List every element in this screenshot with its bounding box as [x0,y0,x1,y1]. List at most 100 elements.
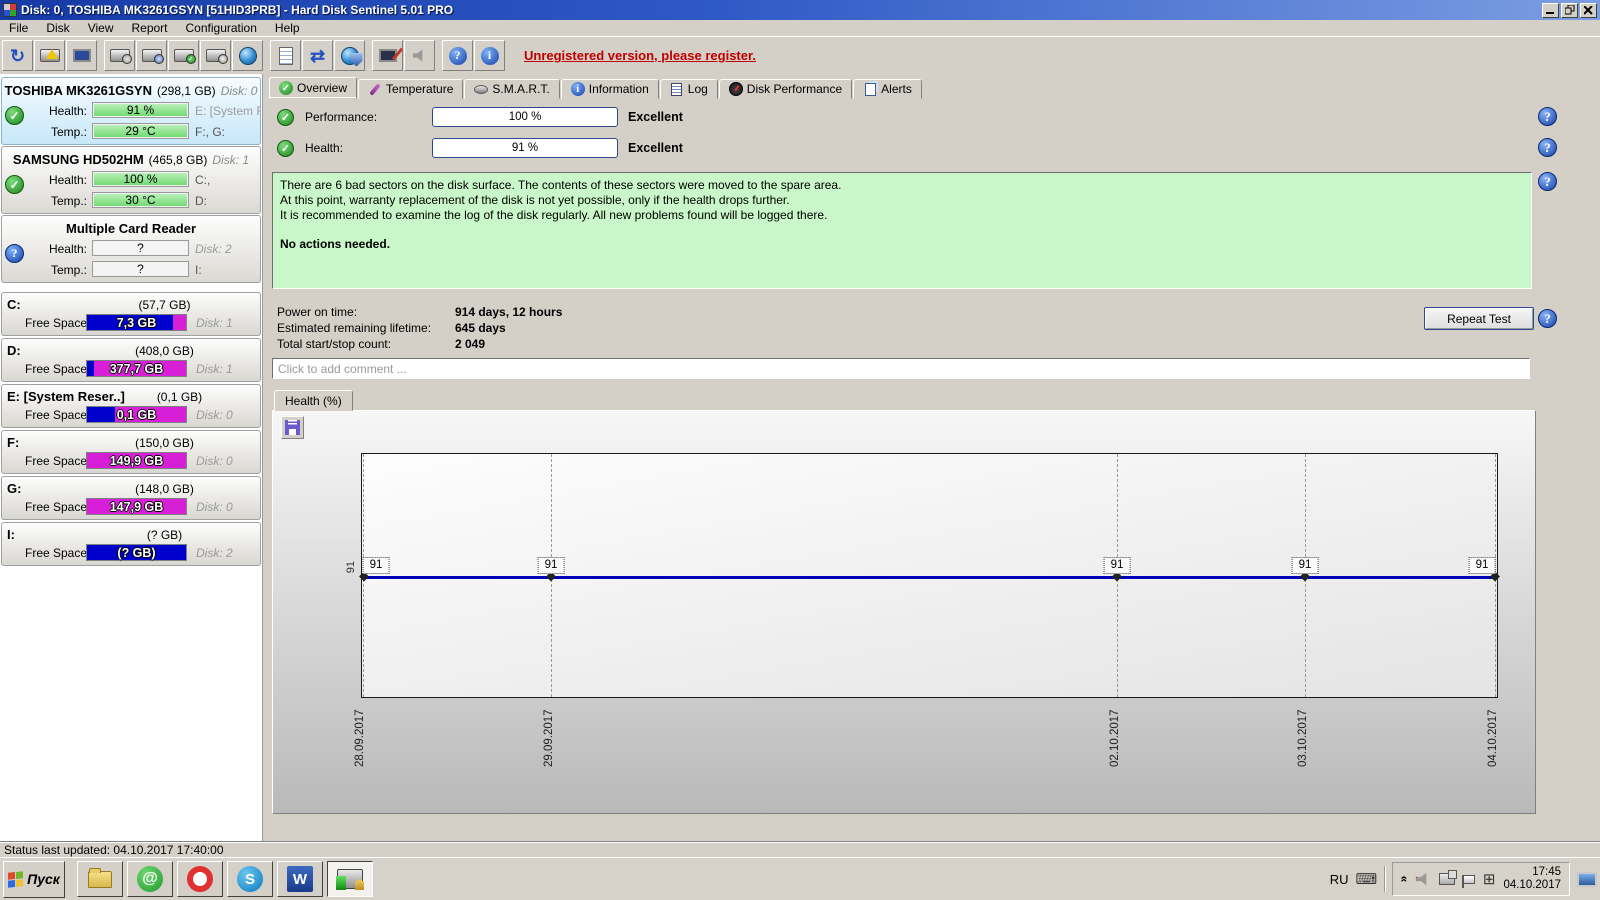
sidebar-partition-g[interactable]: G:(148,0 GB) Free Space 147,9 GB Disk: 0 [1,476,261,520]
remote-monitor-button[interactable] [372,40,403,71]
comment-input[interactable] [272,358,1530,379]
taskbar-file-manager-button[interactable] [77,861,123,897]
tab-label: Log [688,82,708,96]
health-ok-icon: ✓ [277,140,294,157]
menu-bar: File Disk View Report Configuration Help [0,20,1600,36]
show-desktop-icon[interactable] [1577,872,1597,887]
taskbar-mail-button[interactable]: @ [127,861,173,897]
partition-size: (57,7 GB) [117,298,212,312]
health-value: 91 % [127,103,154,117]
tray-icons-box: « ✕ ⊞ 17:45 04.10.2017 [1392,862,1570,896]
chart-tab-health[interactable]: Health (%) [274,390,353,411]
performance-ok-icon: ✓ [277,109,294,126]
disk-history-button[interactable] [104,40,135,71]
partition-disk: Disk: 1 [196,362,233,376]
expand-tray-icon[interactable]: « [1398,876,1412,883]
health-label: Health: [2,242,87,256]
tab-overview[interactable]: ✓Overview [269,77,357,99]
disk-clock2-icon [142,49,162,62]
disk-number: Disk: 0 [221,84,258,98]
sidebar-partition-f[interactable]: F:(150,0 GB) Free Space 149,9 GB Disk: 0 [1,430,261,474]
menu-disk[interactable]: Disk [37,20,78,36]
disk-partitions-text: C:, [195,173,261,187]
sidebar-card-reader[interactable]: Multiple Card Reader ? Health: ? Disk: 2… [1,215,261,283]
partition-size: (0,1 GB) [132,390,227,404]
menu-help[interactable]: Help [266,20,309,36]
disk-surface-button[interactable]: ⌕ [200,40,231,71]
register-link[interactable]: Unregistered version, please register. [524,48,756,63]
help-icon: ? [449,47,467,65]
volume-muted-icon[interactable]: ✕ [1416,872,1431,886]
tab-alerts[interactable]: Alerts [853,79,922,99]
disk-monitor-button[interactable] [66,40,97,71]
taskbar-skype-button[interactable]: S [227,861,273,897]
partition-name: G: [7,481,21,496]
refresh-button[interactable]: ↻ [2,40,33,71]
sound-button[interactable] [404,40,435,71]
disk-check-icon: ✓ [174,49,194,62]
clock[interactable]: 17:45 04.10.2017 [1503,866,1561,892]
repeat-test-help-icon[interactable]: ? [1538,309,1557,328]
about-button[interactable]: i [474,40,505,71]
disk-problems-button[interactable] [34,40,65,71]
flag-icon[interactable] [1463,875,1475,884]
sidebar-disk-samsung[interactable]: SAMSUNG HD502HM (465,8 GB) Disk: 1 ✓ Hea… [1,146,261,214]
message-help-icon[interactable]: ? [1538,172,1557,191]
message-line: At this point, warranty replacement of t… [280,193,1524,208]
sidebar-partition-d[interactable]: D:(408,0 GB) Free Space 377,7 GB Disk: 1 [1,338,261,382]
sync-button[interactable]: ⇄ [302,40,333,71]
sidebar-partition-c[interactable]: C:(57,7 GB) Free Space 7,3 GB Disk: 1 [1,292,261,336]
performance-help-icon[interactable]: ? [1538,107,1557,126]
taskbar-word-button[interactable]: W [277,861,323,897]
sidebar-partition-i[interactable]: I:(? GB) Free Space (? GB) Disk: 2 [1,522,261,566]
menu-view[interactable]: View [79,20,123,36]
x-axis-date: 29.09.2017 [543,703,555,767]
language-indicator[interactable]: RU [1330,872,1349,887]
network-button[interactable] [334,40,365,71]
menu-configuration[interactable]: Configuration [177,20,266,36]
free-space-value: 149,9 GB [87,453,186,468]
free-space-value: 0,1 GB [87,407,186,422]
close-button[interactable] [1580,3,1597,18]
tab-temperature[interactable]: Temperature [358,79,463,99]
tab-log[interactable]: Log [660,79,718,99]
disk-schedule-button[interactable] [136,40,167,71]
windows-tray-icon[interactable]: ⊞ [1483,872,1496,887]
menu-file[interactable]: File [0,20,37,36]
y-axis-label: 91 [345,561,357,573]
tab-smart[interactable]: S.M.A.R.T. [464,79,559,99]
partition-disk: Disk: 2 [196,546,233,560]
sidebar-disk-toshiba[interactable]: TOSHIBA MK3261GSYN (298,1 GB) Disk: 0 ✓ … [1,77,261,145]
health-help-icon[interactable]: ? [1538,138,1557,157]
report-button[interactable] [270,40,301,71]
info-icon: i [571,82,585,96]
disk-size: (465,8 GB) [149,153,208,167]
network-icon[interactable] [1439,873,1455,885]
keyboard-icon[interactable]: ⌨ [1356,872,1378,887]
tab-disk-performance[interactable]: Disk Performance [719,79,852,99]
performance-status: Excellent [628,110,683,124]
free-space-value: 377,7 GB [87,361,186,376]
system-tray: RU ⌨ « ✕ ⊞ 17:45 04.10.2017 [1330,861,1597,897]
temp-label: Temp.: [2,194,87,208]
minimize-button[interactable] [1542,3,1559,18]
taskbar-opera-button[interactable] [177,861,223,897]
free-space-value: (? GB) [87,545,186,560]
save-chart-button[interactable] [281,416,304,439]
disk-test-button[interactable]: ✓ [168,40,199,71]
repeat-test-button[interactable]: Repeat Test [1424,307,1534,330]
start-button[interactable]: Пуск [3,861,65,898]
health-value: 91 % [433,139,617,157]
disk-clock-icon [110,49,130,62]
tab-strip: ✓Overview Temperature S.M.A.R.T. iInform… [269,77,923,99]
x-axis-date: 03.10.2017 [1297,703,1309,767]
menu-report[interactable]: Report [122,20,176,36]
disk-online-button[interactable] [232,40,263,71]
sidebar-partition-e[interactable]: E: [System Reser..](0,1 GB) Free Space 0… [1,384,261,428]
help-button[interactable]: ? [442,40,473,71]
taskbar-hard-disk-sentinel-button[interactable] [327,861,373,897]
health-status: Excellent [628,141,683,155]
restore-button[interactable] [1561,3,1578,18]
info-value: 914 days, 12 hours [455,305,562,319]
tab-information[interactable]: iInformation [561,79,659,99]
